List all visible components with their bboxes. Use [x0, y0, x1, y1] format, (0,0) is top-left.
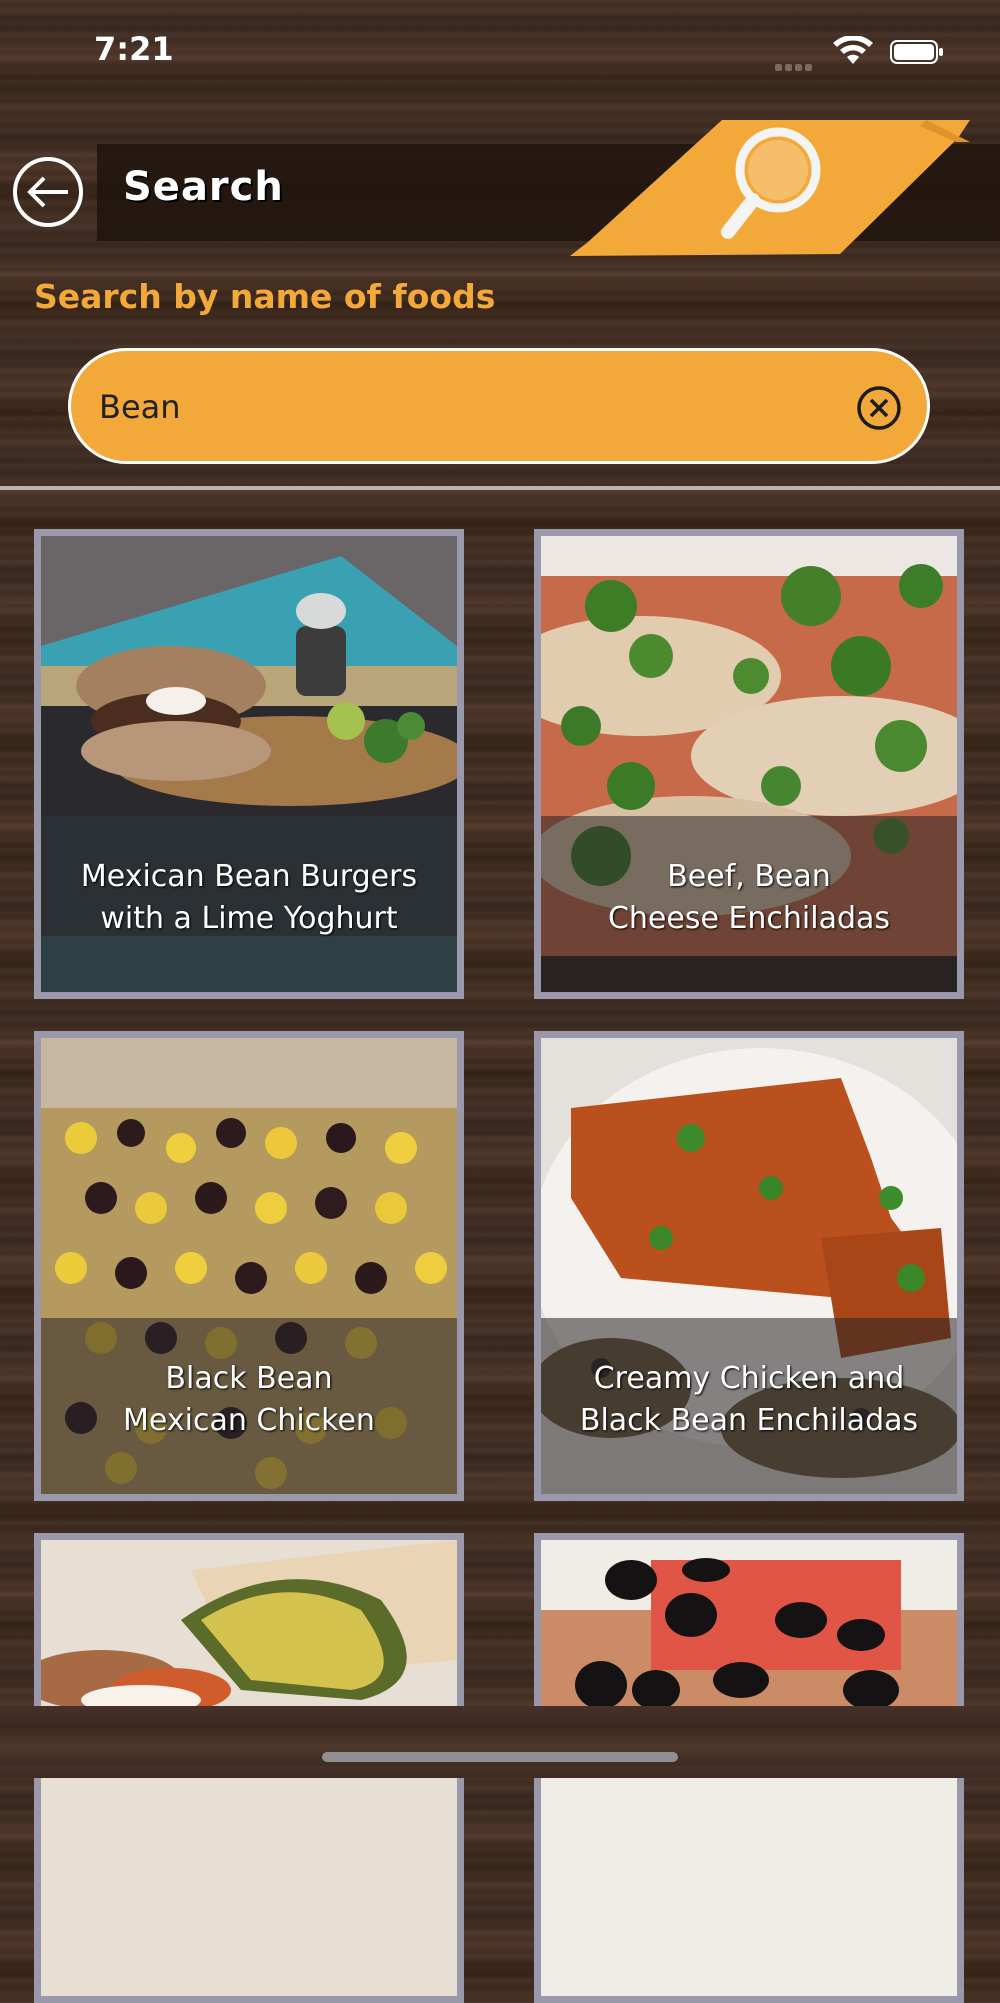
home-indicator[interactable] — [322, 1752, 678, 1762]
recipe-title: Beef, Bean Cheese Enchiladas — [607, 859, 891, 936]
search-box — [68, 348, 930, 464]
status-time: 7:21 — [94, 30, 174, 68]
back-arrow-icon[interactable] — [12, 156, 84, 228]
cellular-signal-icon — [775, 56, 817, 71]
recipe-card[interactable]: Black Bean Mexican Chicken — [34, 1031, 464, 1501]
page-title: Search — [123, 164, 284, 210]
recipe-card[interactable]: Mexican Bean Burgers with a Lime Yoghurt — [34, 529, 464, 999]
status-bar: 7:21 — [0, 0, 1000, 104]
recipe-title: Black Bean Mexican Chicken — [123, 1361, 375, 1438]
search-input[interactable] — [97, 375, 801, 439]
divider — [0, 486, 1000, 490]
recipe-title: Creamy Chicken and Black Bean Enchiladas — [579, 1361, 919, 1438]
recipe-title: Mexican Bean Burgers with a Lime Yoghurt — [80, 859, 418, 936]
recipe-card[interactable]: Creamy Chicken and Black Bean Enchiladas — [534, 1031, 964, 1501]
recipe-card[interactable]: Beef, Bean Cheese Enchiladas — [534, 529, 964, 999]
magnifier-icon[interactable] — [570, 118, 970, 258]
wifi-icon — [833, 36, 873, 64]
battery-icon — [890, 40, 943, 64]
clear-circle-icon[interactable] — [855, 384, 903, 432]
bottom-background — [0, 1706, 1000, 1778]
search-hint-label: Search by name of foods — [34, 277, 496, 316]
